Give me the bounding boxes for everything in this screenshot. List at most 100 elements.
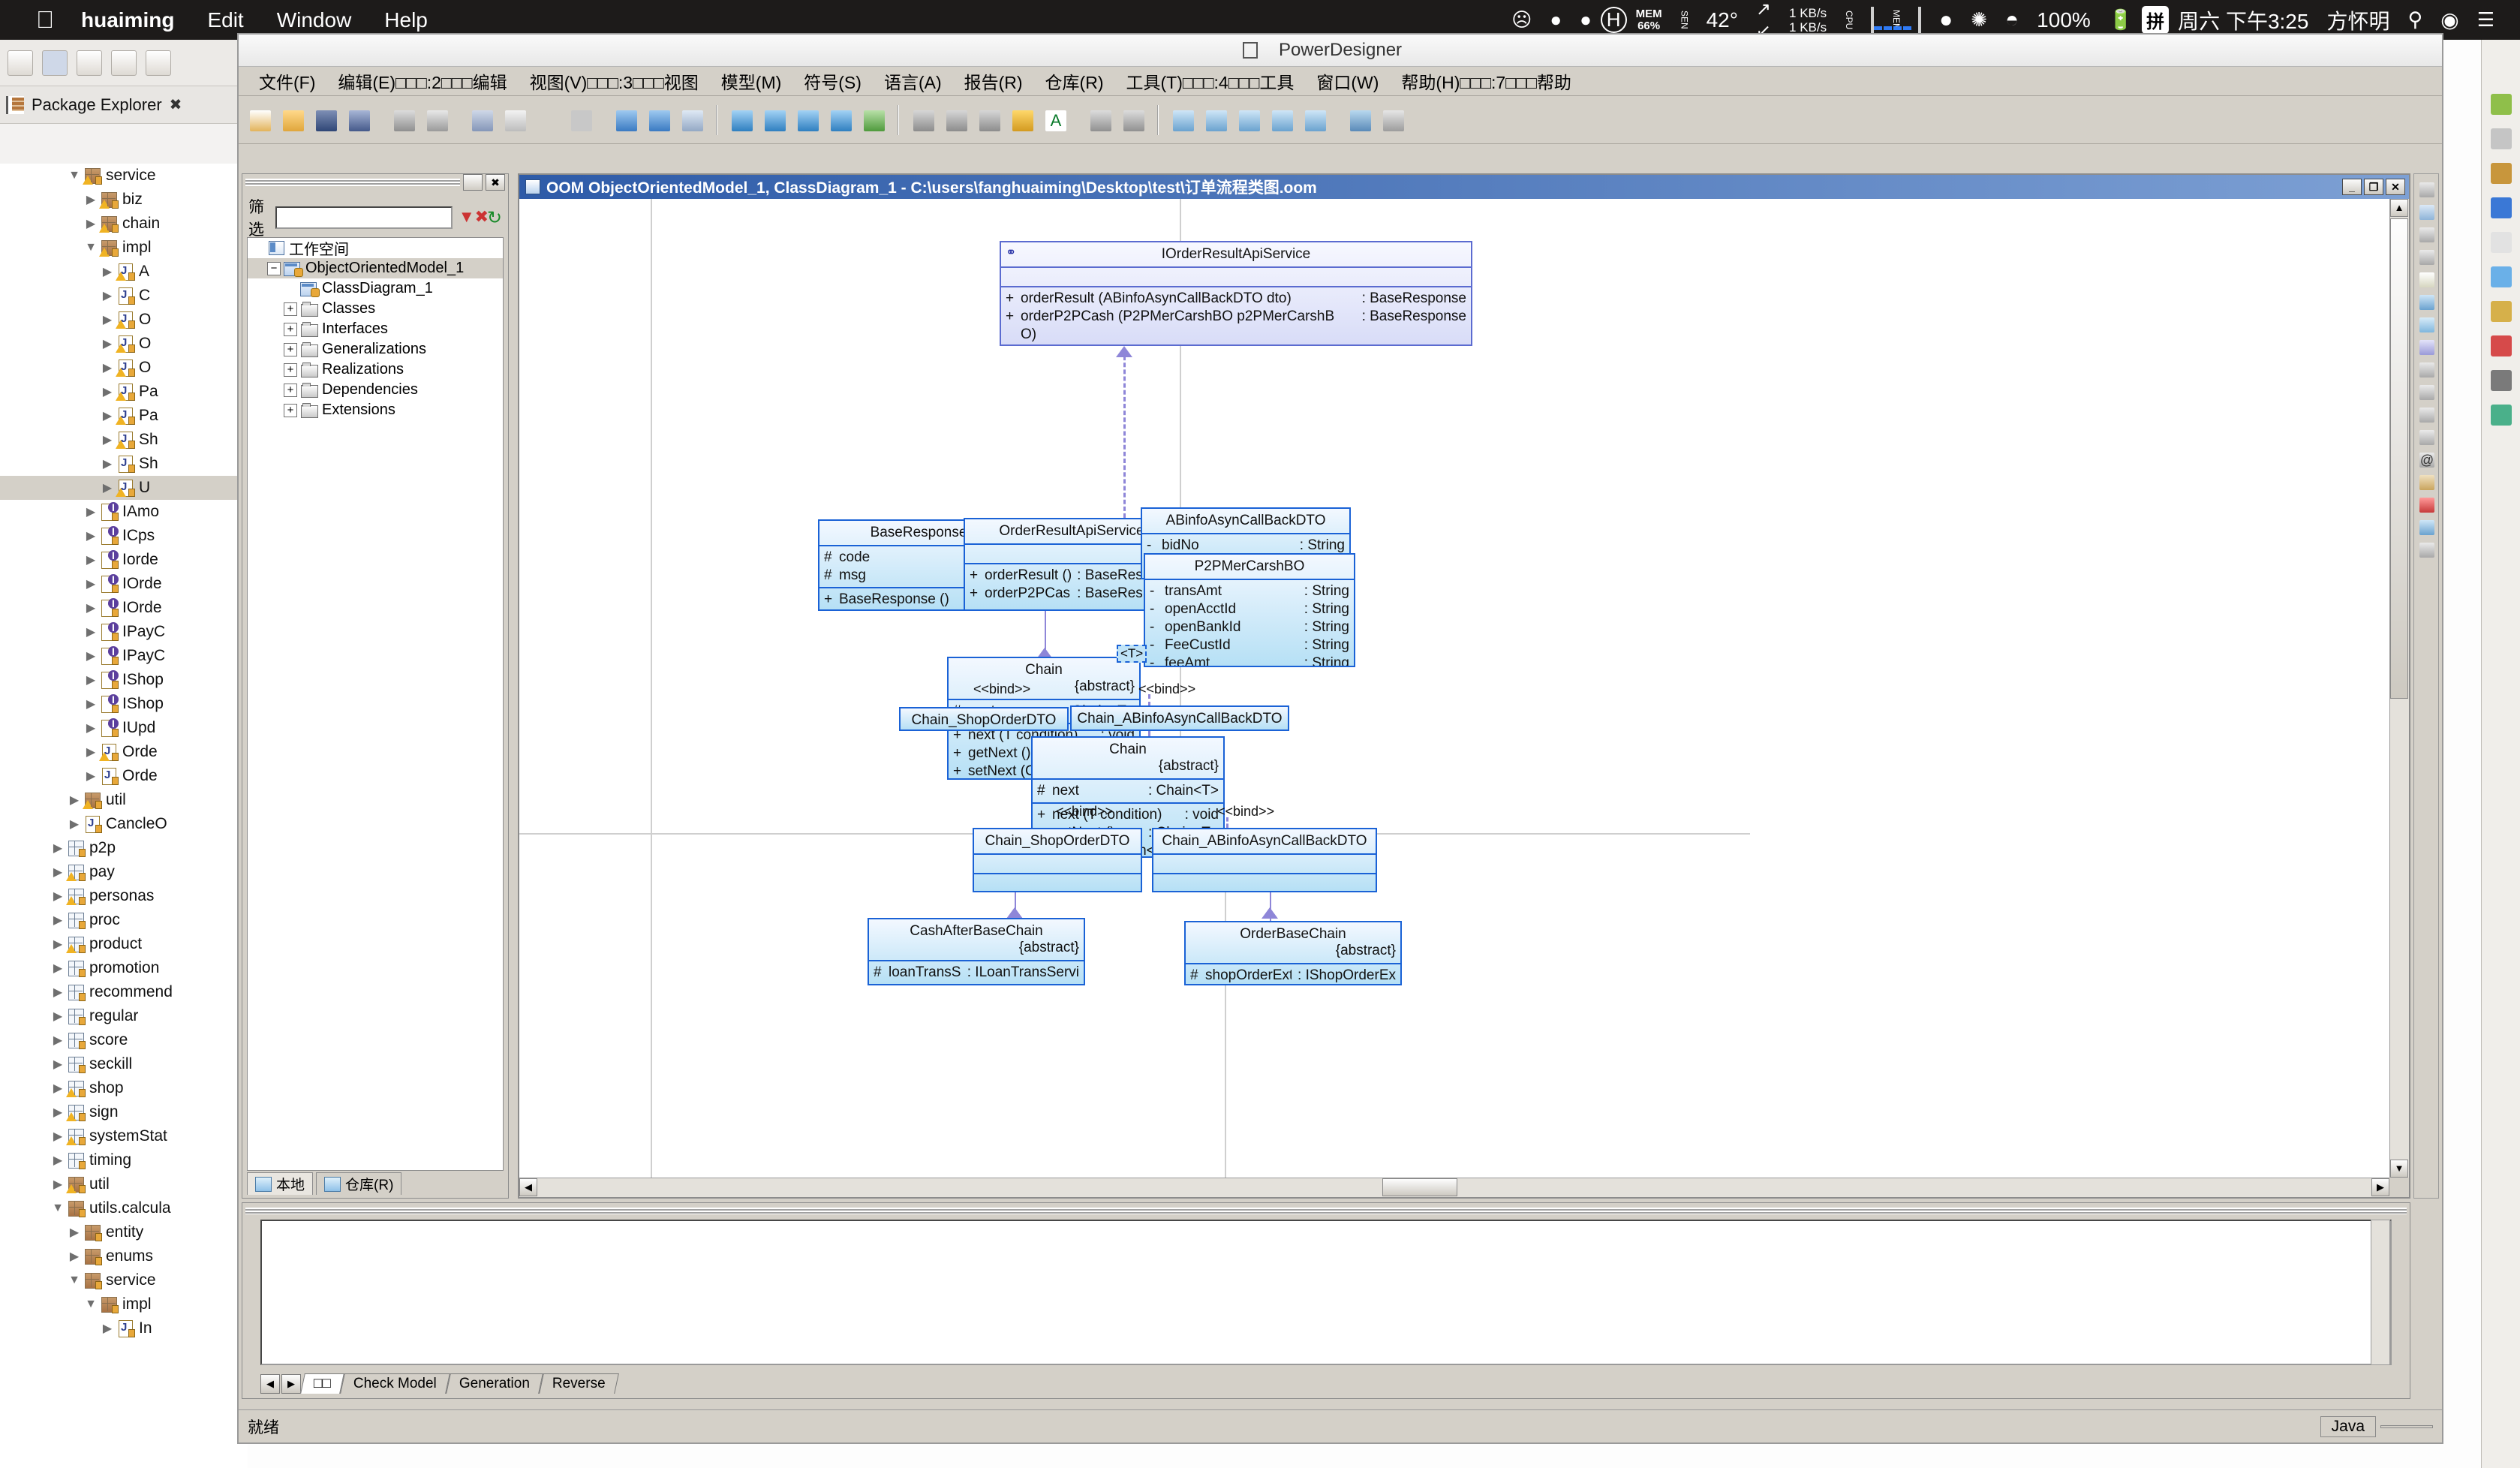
palette-generalization-icon[interactable] — [2416, 359, 2437, 380]
expand-toggle-icon[interactable]: + — [284, 322, 297, 336]
chevron-right-icon[interactable]: ▶ — [50, 1177, 66, 1192]
symbol-4-button[interactable] — [1267, 105, 1297, 135]
new-model-button[interactable] — [245, 105, 275, 135]
scroll-right-button[interactable]: ▶ — [2371, 1178, 2389, 1196]
chevron-right-icon[interactable]: ▶ — [83, 769, 99, 784]
copy-button[interactable] — [500, 105, 530, 135]
workspace-tree-item[interactable]: + Extensions — [248, 400, 503, 420]
run-button[interactable] — [111, 50, 137, 76]
chevron-right-icon[interactable]: ▶ — [66, 1249, 83, 1264]
scroll-down-button[interactable]: ▼ — [2390, 1160, 2408, 1178]
expand-toggle-icon[interactable]: + — [284, 342, 297, 356]
save-button[interactable] — [311, 105, 341, 135]
palette-interface-icon[interactable] — [2416, 336, 2437, 357]
palette-lasso-icon[interactable] — [2416, 224, 2437, 245]
check-model-button[interactable] — [859, 105, 889, 135]
chevron-down-icon[interactable]: ▼ — [66, 1274, 83, 1287]
redo-button[interactable] — [644, 105, 674, 135]
print-button[interactable] — [389, 105, 419, 135]
memory-indicator[interactable]: MEM 66% — [1627, 8, 1671, 32]
mem-gauge[interactable] — [1909, 6, 1930, 33]
package-explorer-tab[interactable]: Package Explorer ✖ — [6, 95, 182, 115]
palette-at-icon[interactable]: @ — [2416, 449, 2437, 470]
chevron-right-icon[interactable]: ▶ — [50, 865, 66, 880]
workspace-tree-item[interactable]: − ObjectOrientedModel_1 — [248, 258, 503, 278]
zoom-out-button[interactable] — [1118, 105, 1148, 135]
tree-item[interactable]: ▶ Orde — [0, 740, 248, 764]
chevron-right-icon[interactable]: ▶ — [99, 408, 116, 423]
chevron-right-icon[interactable]: ▶ — [83, 648, 99, 663]
output-drag-handle[interactable] — [245, 1207, 2407, 1214]
tree-item[interactable]: ▶ ICps — [0, 524, 248, 548]
chevron-right-icon[interactable]: ▶ — [50, 913, 66, 928]
collapse-icon[interactable]: collapse-icon — [463, 174, 483, 191]
tree-item[interactable]: ▶ sign — [0, 1100, 248, 1124]
tree-item[interactable]: ▶ proc — [0, 908, 248, 932]
temperature-value[interactable]: 42° — [1698, 8, 1747, 32]
chevron-right-icon[interactable]: ▶ — [99, 432, 116, 447]
bluetooth-icon[interactable]: ✺ — [1962, 8, 1996, 32]
menu-huaiming[interactable]: huaiming — [65, 8, 191, 32]
pd-menu-item-6[interactable]: 报告(R) — [953, 68, 1034, 94]
palette-more-icon[interactable] — [2416, 539, 2437, 560]
uml-class-OrderBaseChain[interactable]: OrderBaseChain{abstract} # shopOrderExtend… — [1184, 921, 1402, 985]
chevron-right-icon[interactable]: ▶ — [50, 937, 66, 952]
chevron-down-icon[interactable]: ▼ — [50, 1202, 66, 1215]
control-center-icon[interactable]: ☰ — [2468, 8, 2503, 32]
delete-button[interactable] — [566, 105, 596, 135]
workspace-tree-item[interactable]: + Dependencies — [248, 380, 503, 400]
palette-pointer-icon[interactable] — [2416, 179, 2437, 200]
chevron-right-icon[interactable]: ▶ — [99, 480, 116, 495]
palette-class-icon[interactable] — [2416, 314, 2437, 335]
chevron-right-icon[interactable]: ▶ — [50, 1081, 66, 1096]
chevron-right-icon[interactable]: ▶ — [50, 961, 66, 976]
canvas-vscrollbar[interactable]: ▲ ▼ — [2389, 199, 2409, 1178]
chevron-right-icon[interactable]: ▶ — [83, 504, 99, 519]
new-button[interactable] — [8, 50, 33, 76]
refresh-button[interactable] — [677, 105, 707, 135]
hscroll-thumb[interactable] — [1382, 1178, 1457, 1196]
chevron-right-icon[interactable]: ▶ — [83, 216, 99, 231]
expand-toggle-icon[interactable]: + — [284, 383, 297, 397]
expand-toggle-icon[interactable]: + — [284, 302, 297, 316]
workspace-grip[interactable]: collapse-icon ✖ — [242, 174, 508, 191]
rail-icon-3[interactable] — [2486, 158, 2516, 188]
workspace-tree-item[interactable]: + Generalizations — [248, 339, 503, 359]
palette-link-icon[interactable] — [2416, 291, 2437, 312]
browser-button[interactable] — [792, 105, 822, 135]
chevron-right-icon[interactable]: ▶ — [83, 672, 99, 687]
refresh-icon[interactable]: ↻ — [487, 207, 502, 228]
result-list-button[interactable] — [825, 105, 856, 135]
chevron-right-icon[interactable]: ▶ — [99, 312, 116, 327]
group-button[interactable] — [974, 105, 1004, 135]
tree-item[interactable]: ▶ score — [0, 1028, 248, 1052]
chevron-right-icon[interactable]: ▶ — [50, 985, 66, 1000]
tree-item[interactable]: ▶ IShop — [0, 668, 248, 692]
tree-item[interactable]: ▶ util — [0, 788, 248, 812]
tree-item[interactable]: ▶ Iorde — [0, 548, 248, 572]
filter-input[interactable] — [275, 206, 453, 229]
uml-class-Chain_ShopOrderDTO_top[interactable]: Chain_ShopOrderDTO — [899, 707, 1069, 731]
chevron-right-icon[interactable]: ▶ — [83, 576, 99, 591]
chevron-right-icon[interactable]: ▶ — [50, 1057, 66, 1072]
tree-item[interactable]: ▼ impl — [0, 236, 248, 260]
chevron-right-icon[interactable]: ▶ — [66, 817, 83, 832]
debug-button[interactable] — [77, 50, 102, 76]
tree-item[interactable]: ▶ Pa — [0, 404, 248, 428]
tree-item[interactable]: ▶ enums — [0, 1244, 248, 1268]
palette-grid-icon[interactable] — [2416, 201, 2437, 222]
model-properties-button[interactable] — [726, 105, 756, 135]
tree-item[interactable]: ▶ seckill — [0, 1052, 248, 1076]
rail-icon-2[interactable] — [2486, 124, 2516, 154]
chevron-right-icon[interactable]: ▶ — [99, 336, 116, 351]
chevron-right-icon[interactable]: ▶ — [50, 1033, 66, 1048]
tree-item[interactable]: ▶ IUpd — [0, 716, 248, 740]
palette-color-icon[interactable] — [2416, 494, 2437, 515]
chevron-right-icon[interactable]: ▶ — [66, 1225, 83, 1240]
tree-item[interactable]: ▶ personas — [0, 884, 248, 908]
class-diagram-canvas[interactable]: ⚭ IOrderResultApiService + orderResult (ABi… — [519, 199, 2389, 1178]
network-speed[interactable]: 1 KB/s 1 KB/s — [1780, 6, 1836, 35]
chevron-right-icon[interactable]: ▶ — [83, 624, 99, 639]
rail-icon-6[interactable] — [2486, 262, 2516, 292]
chevron-right-icon[interactable]: ▶ — [50, 1009, 66, 1024]
